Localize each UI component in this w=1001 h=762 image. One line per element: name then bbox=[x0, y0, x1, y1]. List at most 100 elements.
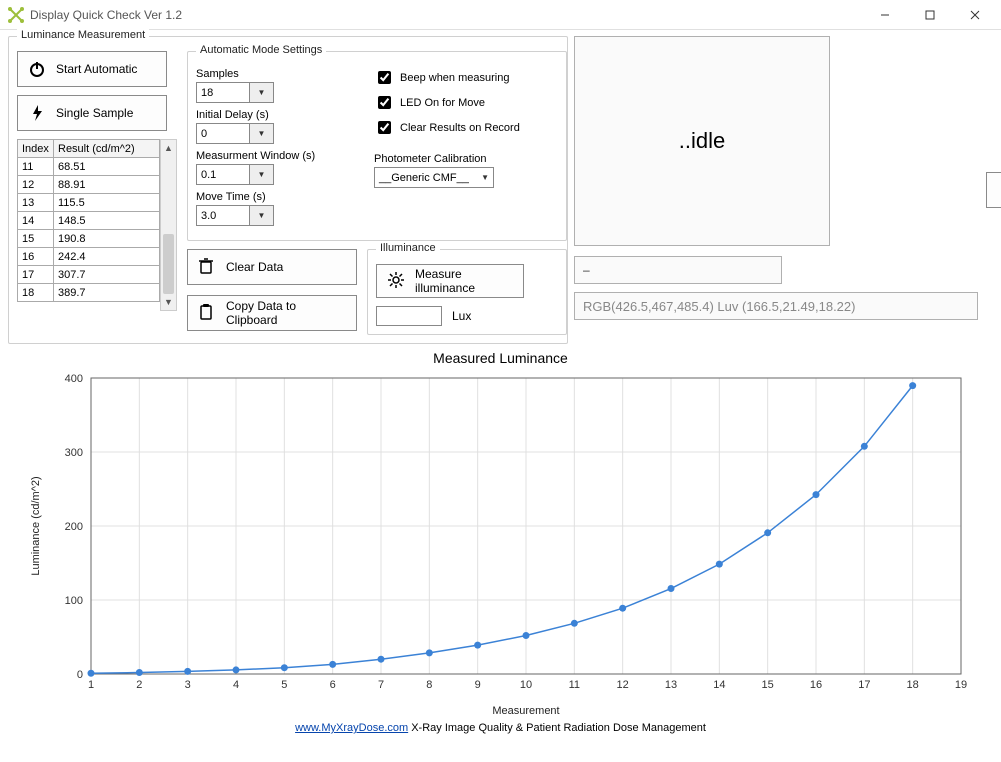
luminance-measurement-group: Luminance Measurement Start Automatic bbox=[8, 36, 568, 344]
cell-result: 190.8 bbox=[54, 230, 160, 248]
cell-index: 18 bbox=[18, 284, 54, 302]
samples-stepper[interactable]: ▼ bbox=[196, 82, 274, 103]
lux-value-input[interactable] bbox=[376, 306, 442, 326]
chevron-down-icon[interactable]: ▼ bbox=[249, 165, 273, 184]
footer: www.MyXrayDose.com X-Ray Image Quality &… bbox=[8, 720, 993, 734]
clear-checkbox[interactable] bbox=[378, 121, 391, 134]
cell-result: 115.5 bbox=[54, 194, 160, 212]
svg-text:13: 13 bbox=[664, 679, 676, 691]
led-checkbox[interactable] bbox=[378, 96, 391, 109]
table-row[interactable]: 18389.7 bbox=[18, 284, 160, 302]
results-table-wrap: Index Result (cd/m^2) 1168.511288.911311… bbox=[17, 139, 177, 311]
cell-index: 16 bbox=[18, 248, 54, 266]
svg-text:18: 18 bbox=[906, 679, 918, 691]
start-automatic-button[interactable]: Start Automatic bbox=[17, 51, 167, 87]
maximize-button[interactable] bbox=[907, 1, 952, 29]
scroll-down-icon[interactable]: ▼ bbox=[161, 294, 176, 310]
svg-text:5: 5 bbox=[281, 679, 287, 691]
samples-input[interactable] bbox=[197, 83, 249, 102]
footer-tagline: X-Ray Image Quality & Patient Radiation … bbox=[408, 722, 706, 734]
illuminance-legend: Illuminance bbox=[376, 242, 440, 254]
clear-label: Clear Results on Record bbox=[400, 122, 520, 134]
svg-text:12: 12 bbox=[616, 679, 628, 691]
table-scrollbar[interactable]: ▲ ▼ bbox=[160, 139, 177, 311]
clear-data-button[interactable]: Clear Data bbox=[187, 249, 357, 285]
measure-illuminance-button[interactable]: Measure illuminance bbox=[376, 264, 524, 298]
move-time-stepper[interactable]: ▼ bbox=[196, 205, 274, 226]
svg-text:7: 7 bbox=[377, 679, 383, 691]
svg-text:300: 300 bbox=[64, 447, 82, 459]
clear-data-label: Clear Data bbox=[226, 260, 283, 274]
chevron-down-icon[interactable]: ▼ bbox=[249, 83, 273, 102]
start-automatic-label: Start Automatic bbox=[56, 62, 137, 76]
footer-link[interactable]: www.MyXrayDose.com bbox=[295, 722, 408, 734]
beep-label: Beep when measuring bbox=[400, 72, 509, 84]
automatic-mode-settings-group: Automatic Mode Settings Samples ▼ Initia… bbox=[187, 51, 567, 241]
svg-text:9: 9 bbox=[474, 679, 480, 691]
samples-label: Samples bbox=[196, 68, 356, 80]
cell-result: 242.4 bbox=[54, 248, 160, 266]
initial-delay-stepper[interactable]: ▼ bbox=[196, 123, 274, 144]
brightness-icon bbox=[387, 271, 405, 292]
svg-text:3: 3 bbox=[184, 679, 190, 691]
exit-button[interactable]: Exit bbox=[986, 172, 1001, 208]
table-row[interactable]: 13115.5 bbox=[18, 194, 160, 212]
led-checkbox-row[interactable]: LED On for Move bbox=[374, 93, 520, 112]
luminance-chart: 1234567891011121314151617181901002003004… bbox=[21, 368, 981, 720]
table-row[interactable]: 1288.91 bbox=[18, 176, 160, 194]
cell-result: 148.5 bbox=[54, 212, 160, 230]
scroll-thumb[interactable] bbox=[163, 234, 174, 294]
table-row[interactable]: 14148.5 bbox=[18, 212, 160, 230]
svg-text:0: 0 bbox=[76, 669, 82, 681]
table-row[interactable]: 16242.4 bbox=[18, 248, 160, 266]
power-icon bbox=[28, 60, 46, 78]
cell-index: 14 bbox=[18, 212, 54, 230]
clear-checkbox-row[interactable]: Clear Results on Record bbox=[374, 118, 520, 137]
results-table[interactable]: Index Result (cd/m^2) 1168.511288.911311… bbox=[17, 139, 160, 302]
chart-title: Measured Luminance bbox=[8, 350, 993, 366]
status-display: ..idle bbox=[574, 36, 830, 246]
col-index[interactable]: Index bbox=[18, 140, 54, 158]
cell-result: 88.91 bbox=[54, 176, 160, 194]
move-time-label: Move Time (s) bbox=[196, 191, 356, 203]
minimize-button[interactable] bbox=[862, 1, 907, 29]
single-sample-label: Single Sample bbox=[56, 106, 133, 120]
table-row[interactable]: 15190.8 bbox=[18, 230, 160, 248]
initial-delay-input[interactable] bbox=[197, 124, 249, 143]
svg-text:14: 14 bbox=[713, 679, 725, 691]
cell-index: 11 bbox=[18, 158, 54, 176]
single-sample-button[interactable]: Single Sample bbox=[17, 95, 167, 131]
photometer-value: __Generic CMF__ bbox=[379, 172, 469, 184]
beep-checkbox-row[interactable]: Beep when measuring bbox=[374, 68, 520, 87]
beep-checkbox[interactable] bbox=[378, 71, 391, 84]
col-result[interactable]: Result (cd/m^2) bbox=[54, 140, 160, 158]
chevron-down-icon[interactable]: ▼ bbox=[249, 206, 273, 225]
settings-legend: Automatic Mode Settings bbox=[196, 44, 326, 56]
window-title: Display Quick Check Ver 1.2 bbox=[30, 8, 862, 22]
close-button[interactable] bbox=[952, 1, 997, 29]
status-text: ..idle bbox=[679, 128, 725, 154]
photometer-select[interactable]: __Generic CMF__▼ bbox=[374, 167, 494, 188]
cell-index: 13 bbox=[18, 194, 54, 212]
move-time-input[interactable] bbox=[197, 206, 249, 225]
cell-result: 68.51 bbox=[54, 158, 160, 176]
clipboard-icon bbox=[198, 303, 214, 324]
svg-text:1: 1 bbox=[87, 679, 93, 691]
table-row[interactable]: 1168.51 bbox=[18, 158, 160, 176]
svg-text:17: 17 bbox=[858, 679, 870, 691]
meas-window-stepper[interactable]: ▼ bbox=[196, 164, 274, 185]
svg-text:2: 2 bbox=[136, 679, 142, 691]
initial-delay-label: Initial Delay (s) bbox=[196, 109, 356, 121]
photometer-label: Photometer Calibration bbox=[374, 153, 520, 165]
svg-text:15: 15 bbox=[761, 679, 773, 691]
chevron-down-icon[interactable]: ▼ bbox=[249, 124, 273, 143]
table-row[interactable]: 17307.7 bbox=[18, 266, 160, 284]
illuminance-group: Illuminance Measure illuminance Lux bbox=[367, 249, 567, 335]
led-label: LED On for Move bbox=[400, 97, 485, 109]
scroll-up-icon[interactable]: ▲ bbox=[161, 140, 176, 156]
meas-window-label: Measurment Window (s) bbox=[196, 150, 356, 162]
meas-window-input[interactable] bbox=[197, 165, 249, 184]
copy-clipboard-button[interactable]: Copy Data to Clipboard bbox=[187, 295, 357, 331]
svg-text:10: 10 bbox=[519, 679, 531, 691]
cell-result: 307.7 bbox=[54, 266, 160, 284]
